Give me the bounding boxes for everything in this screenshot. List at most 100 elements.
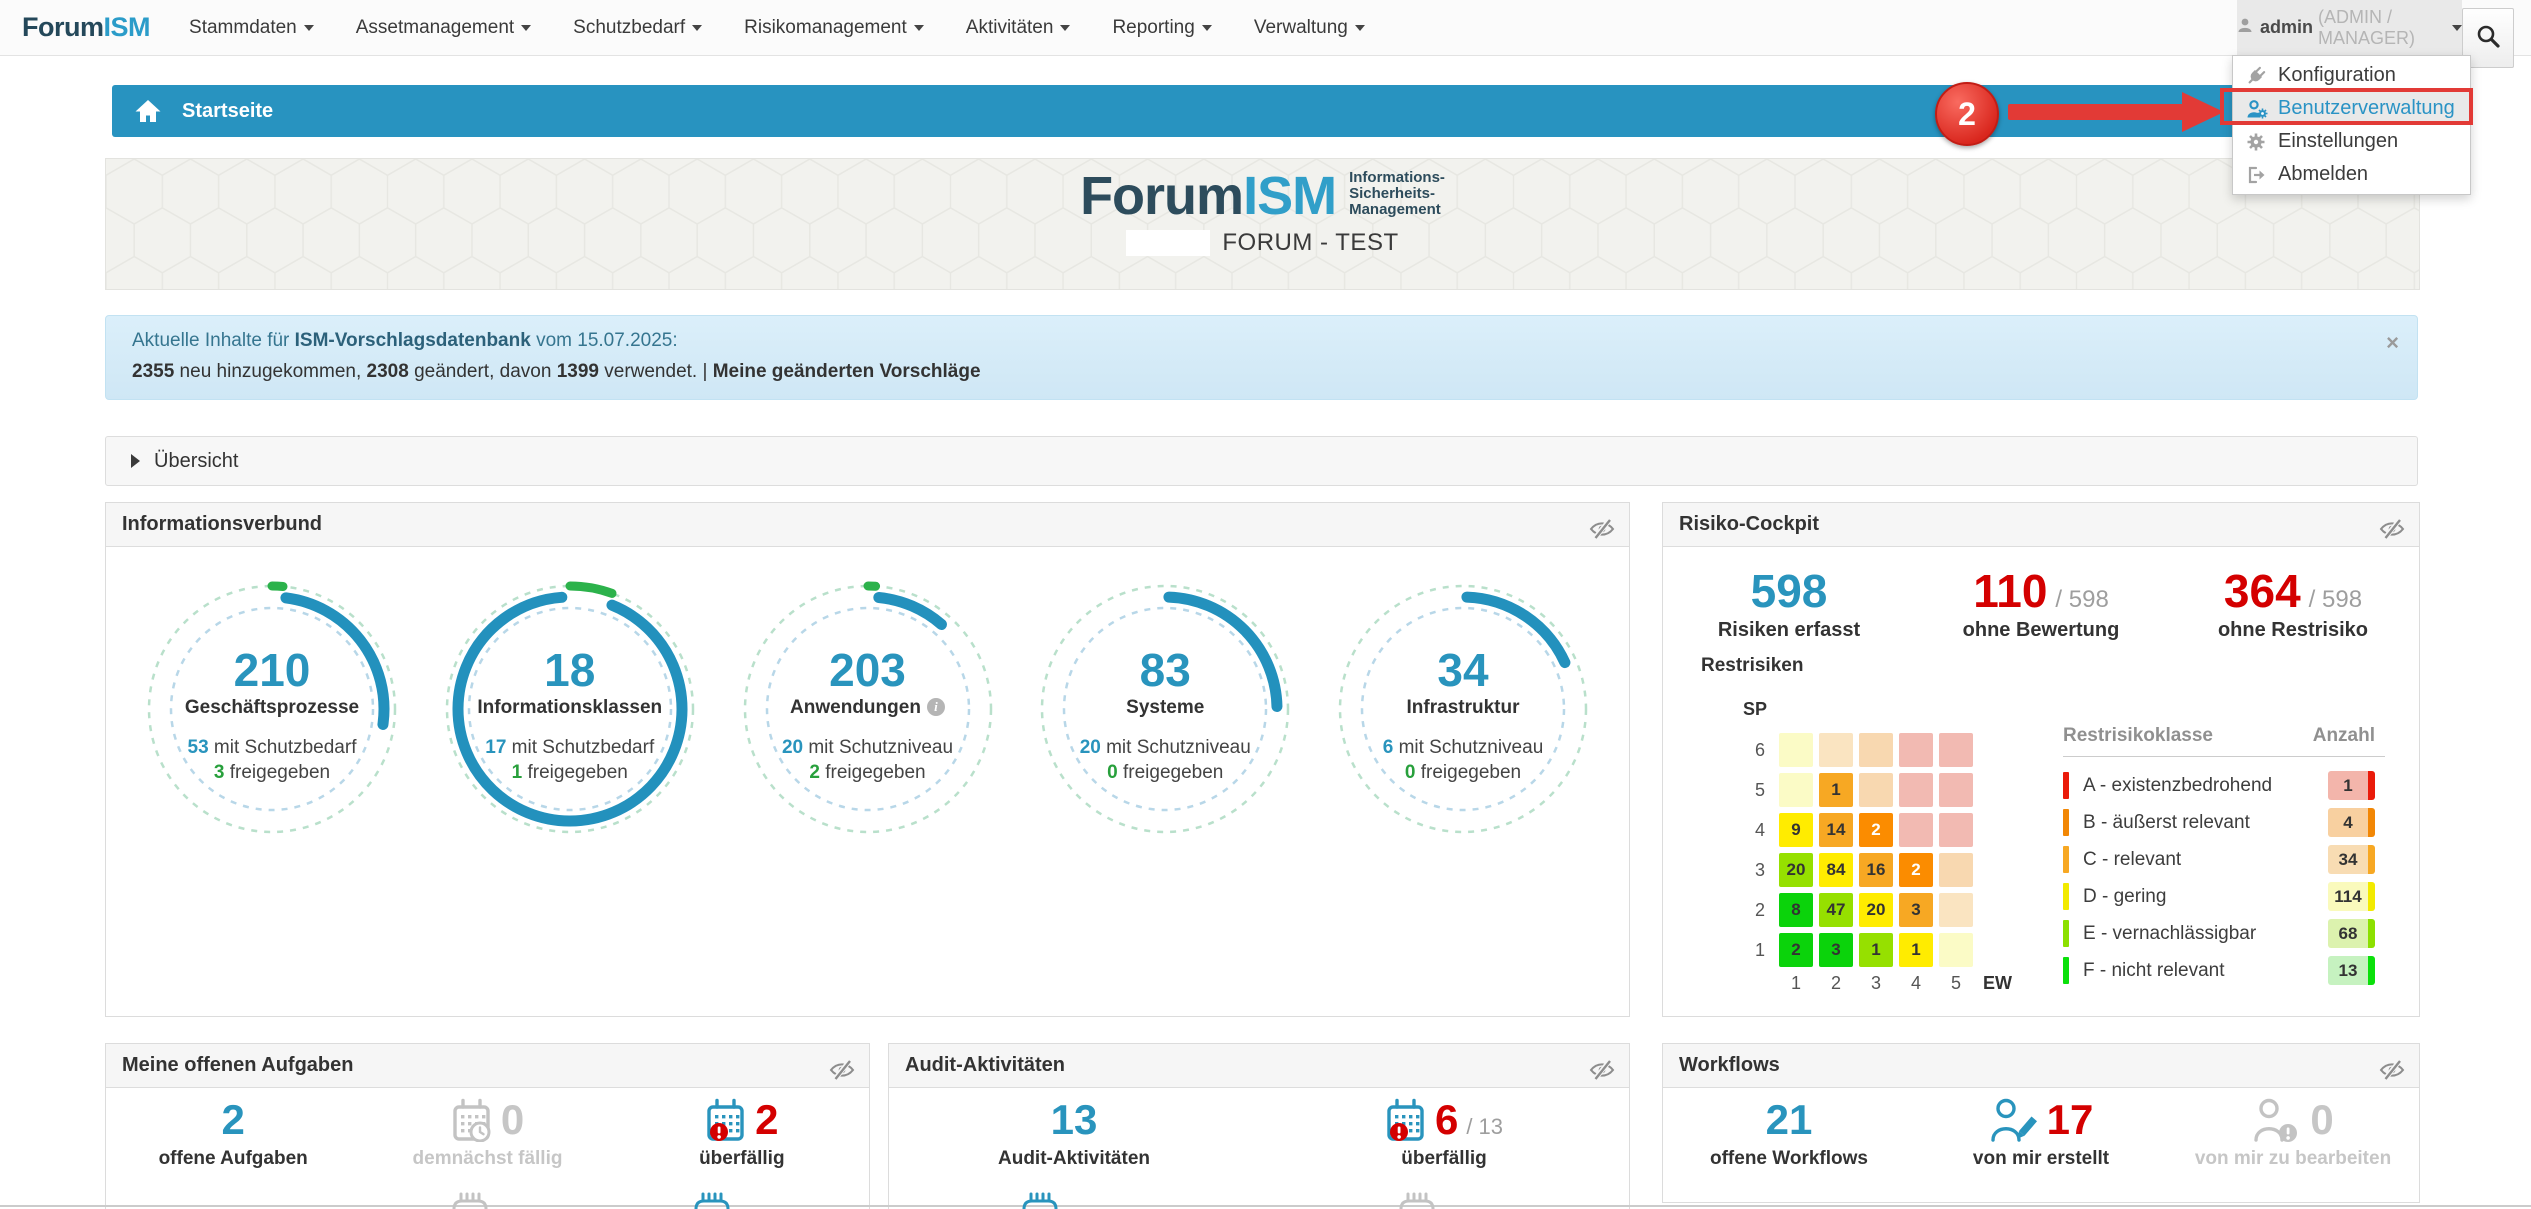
heatmap-cell[interactable]: 84 (1819, 853, 1853, 887)
heatmap-cell[interactable]: 3 (1899, 893, 1933, 927)
stat-value: 0 (501, 1096, 524, 1144)
gauge-details: 53 mit Schutzbedarf 3 freigegeben (138, 735, 406, 785)
panel-risiko-cockpit: Risiko-Cockpit 598 Risiken erfasst110 / … (1662, 502, 2420, 1017)
stat-offene-workflows[interactable]: 21 offene Workflows (1663, 1096, 1915, 1170)
heatmap-cell[interactable] (1939, 893, 1973, 927)
user-menu-toggle[interactable]: admin (ADMIN / MANAGER) (2237, 0, 2462, 55)
risk-stat-risiken-erfasst[interactable]: 598 Risiken erfasst (1663, 567, 1915, 642)
heatmap-col-label: 2 (1819, 973, 1853, 994)
risk-stat-ohne-restrisiko[interactable]: 364 / 598 ohne Restrisiko (2167, 567, 2419, 642)
uebersicht-toggle[interactable]: Übersicht (105, 436, 2418, 486)
menu-item-aktivitten[interactable]: Aktivitäten (945, 0, 1092, 55)
heatmap-row-label: 6 (1725, 733, 1779, 767)
menu-item-risikomanagement[interactable]: Risikomanagement (723, 0, 945, 55)
gauge-informationsklassen[interactable]: 18 Informationsklassen 17 mit Schutzbeda… (436, 575, 704, 843)
risk-class-legend: Restrisikoklasse Anzahl A - existenzbedr… (2063, 725, 2385, 989)
heatmap-cell[interactable] (1939, 853, 1973, 887)
menu-item-reporting[interactable]: Reporting (1091, 0, 1232, 55)
heatmap-cell[interactable] (1859, 773, 1893, 807)
heatmap-cell[interactable]: 20 (1859, 893, 1893, 927)
main-menu: StammdatenAssetmanagementSchutzbedarf Ris… (168, 0, 1386, 55)
heatmap-cell[interactable]: 1 (1899, 933, 1933, 967)
heatmap-cell[interactable]: 2 (1779, 933, 1813, 967)
heatmap-col-label: 1 (1779, 973, 1813, 994)
heatmap-cell[interactable] (1939, 773, 1973, 807)
stat-überfällig[interactable]: 6 / 13 überfällig (1259, 1096, 1629, 1170)
stat-überfällig[interactable]: 2 überfällig (615, 1096, 869, 1170)
heatmap-cell[interactable]: 20 (1779, 853, 1813, 887)
heatmap-cell[interactable] (1939, 933, 1973, 967)
heatmap-cell[interactable] (1779, 733, 1813, 767)
stat-label: offene Workflows (1663, 1148, 1915, 1170)
eye-slash-icon[interactable] (1589, 1054, 1615, 1097)
legend-row: B - äußerst relevant 4 (2063, 804, 2385, 841)
alert-text-segment: verwendet. | (599, 361, 713, 382)
heatmap-cell[interactable] (1899, 813, 1933, 847)
task-stats-row: 2 offene Aufgaben 0 demnächst fällig 2 ü… (106, 1088, 869, 1170)
heatmap-cell[interactable] (1819, 733, 1853, 767)
heatmap-cell[interactable]: 1 (1819, 773, 1853, 807)
heatmap-cell[interactable]: 47 (1819, 893, 1853, 927)
risk-class-label: B - äußerst relevant (2083, 812, 2250, 834)
risk-class-count-badge: 34 (2328, 845, 2375, 874)
gauge-value: 18 (436, 645, 704, 695)
user-name: admin (2260, 17, 2313, 38)
stat-total: / 13 (1466, 1114, 1503, 1140)
menu-item-assetmanagement[interactable]: Assetmanagement (335, 0, 552, 55)
home-icon[interactable] (134, 98, 162, 124)
gauge-label: Informationsklassen (436, 697, 704, 719)
info-icon[interactable]: i (927, 698, 945, 716)
heatmap-cell[interactable]: 9 (1779, 813, 1813, 847)
risk-class-color-bar (2063, 883, 2069, 910)
eye-slash-icon[interactable] (829, 1054, 855, 1097)
risk-stat-ohne-bewertung[interactable]: 110 / 598 ohne Bewertung (1915, 567, 2167, 642)
heatmap-col-label: 5 (1939, 973, 1973, 994)
heatmap-cell[interactable] (1939, 733, 1973, 767)
gauge-systeme[interactable]: 83 Systeme 20 mit Schutzniveau 0 freigeg… (1031, 575, 1299, 843)
heatmap-cell[interactable] (1859, 733, 1893, 767)
gauge-geschäftsprozesse[interactable]: 210 Geschäftsprozesse 53 mit Schutzbedar… (138, 575, 406, 843)
annotation-arrow-head (2182, 92, 2224, 132)
close-icon[interactable]: × (2386, 332, 2399, 354)
heatmap-cell[interactable] (1899, 733, 1933, 767)
gauge-anwendungen[interactable]: 203 Anwendungeni 20 mit Schutzniveau 2 f… (734, 575, 1002, 843)
user-dropdown-menu: Konfiguration Benutzerverwaltung Einstel… (2232, 55, 2471, 195)
heatmap-cell[interactable] (1899, 773, 1933, 807)
heatmap-cell[interactable]: 8 (1779, 893, 1813, 927)
eye-slash-icon[interactable] (1589, 513, 1615, 556)
stat-von-mir-erstellt[interactable]: 17 von mir erstellt (1915, 1096, 2167, 1170)
caret-down-icon (1202, 25, 1212, 31)
heatmap-y-axis-label: SP (1743, 699, 2012, 720)
stat-offene-aufgaben[interactable]: 2 offene Aufgaben (106, 1096, 360, 1170)
alert-line2[interactable]: 2355 neu hinzugekommen, 2308 geändert, d… (132, 361, 2391, 383)
stat-label: Audit-Aktivitäten (889, 1148, 1259, 1170)
stat-demnächst-fällig[interactable]: 0 demnächst fällig (360, 1096, 614, 1170)
gauge-infrastruktur[interactable]: 34 Infrastruktur 6 mit Schutzniveau 0 fr… (1329, 575, 1597, 843)
eye-slash-icon[interactable] (2379, 1054, 2405, 1097)
heatmap-row-label: 5 (1725, 773, 1779, 807)
heatmap-cell[interactable]: 2 (1859, 813, 1893, 847)
eye-slash-icon[interactable] (2379, 513, 2405, 556)
alert-text-segment: neu hinzugekommen, (174, 361, 366, 382)
menu-label: Risikomanagement (744, 17, 907, 38)
menu-item-schutzbedarf[interactable]: Schutzbedarf (552, 0, 723, 55)
stat-von-mir-zu-bearbeiten[interactable]: 0 von mir zu bearbeiten (2167, 1096, 2419, 1170)
stat-label: überfällig (1259, 1148, 1629, 1170)
stat-audit-aktivitäten[interactable]: 13 Audit-Aktivitäten (889, 1096, 1259, 1170)
heatmap-cell[interactable]: 14 (1819, 813, 1853, 847)
heatmap-cell[interactable] (1939, 813, 1973, 847)
menu-item-verwaltung[interactable]: Verwaltung (1233, 0, 1386, 55)
heatmap-cell[interactable] (1779, 773, 1813, 807)
legend-row: E - vernachlässigbar 68 (2063, 915, 2385, 952)
app-logo[interactable]: ForumISM (22, 12, 150, 43)
user-menu-item-abmelden[interactable]: Abmelden (2233, 158, 2470, 191)
gauge-details: 20 mit Schutzniveau 2 freigegeben (734, 735, 1002, 785)
heatmap-cell[interactable]: 16 (1859, 853, 1893, 887)
heatmap-cell[interactable]: 1 (1859, 933, 1893, 967)
heatmap-cell[interactable]: 3 (1819, 933, 1853, 967)
gauge-row: 210 Geschäftsprozesse 53 mit Schutzbedar… (106, 547, 1629, 843)
user-menu-item-einstellungen[interactable]: Einstellungen (2233, 125, 2470, 158)
heatmap-cell[interactable]: 2 (1899, 853, 1933, 887)
alert-text-segment[interactable]: Meine geänderten Vorschläge (713, 361, 981, 382)
menu-item-stammdaten[interactable]: Stammdaten (168, 0, 335, 55)
